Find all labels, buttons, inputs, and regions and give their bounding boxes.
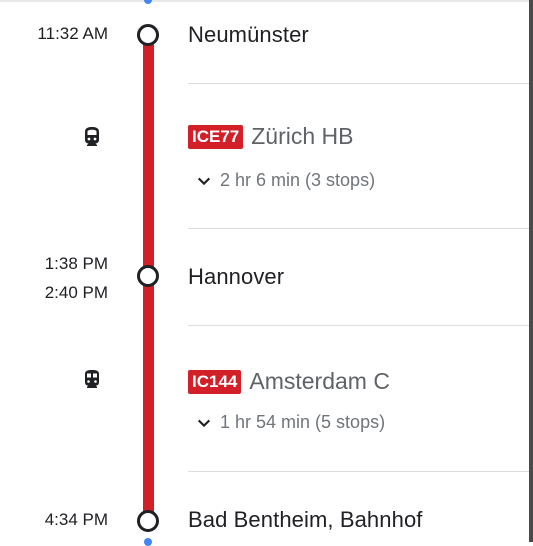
stop-1-name[interactable]: Neumünster	[188, 22, 309, 48]
stop-2-arrival-time: 1:38 PM	[44, 254, 108, 273]
high-speed-train-icon	[85, 127, 99, 146]
divider	[188, 471, 529, 472]
leg-2-destination: Amsterdam C	[249, 368, 390, 394]
stop-3-marker	[137, 510, 159, 532]
leg-2-expand-stops[interactable]: 1 hr 54 min (5 stops)	[196, 412, 385, 433]
leg-2-line-badge: IC144	[188, 369, 242, 394]
right-edge	[529, 0, 533, 542]
stop-3-name[interactable]: Bad Bentheim, Bahnhof	[188, 507, 423, 533]
leg-1-header[interactable]: ICE77 Zürich HB	[188, 123, 354, 150]
leg-1-line-badge: ICE77	[188, 124, 244, 149]
route-start-dot	[144, 0, 152, 4]
route-end-dot	[144, 538, 152, 546]
divider	[188, 325, 529, 326]
stop-1-departure-time: 11:32 AM	[37, 24, 108, 43]
stop-3-arrival-time: 4:34 PM	[44, 510, 108, 529]
leg-2-duration: 1 hr 54 min (5 stops)	[220, 412, 386, 432]
train-icon	[85, 370, 99, 388]
chevron-down-icon	[197, 419, 211, 427]
leg-2-header[interactable]: IC144 Amsterdam C	[188, 368, 390, 395]
stop-2-marker	[137, 265, 159, 287]
top-edge	[0, 0, 533, 2]
stop-2-name[interactable]: Hannover	[188, 264, 284, 290]
leg-1-duration: 2 hr 6 min (3 stops)	[220, 170, 376, 190]
chevron-down-icon	[197, 177, 211, 185]
stop-1-marker	[137, 24, 159, 46]
divider	[188, 83, 529, 84]
stop-2-departure-time: 2:40 PM	[44, 283, 108, 302]
leg-1-destination: Zürich HB	[251, 123, 354, 149]
leg-1-expand-stops[interactable]: 2 hr 6 min (3 stops)	[196, 170, 375, 191]
divider	[188, 228, 529, 229]
